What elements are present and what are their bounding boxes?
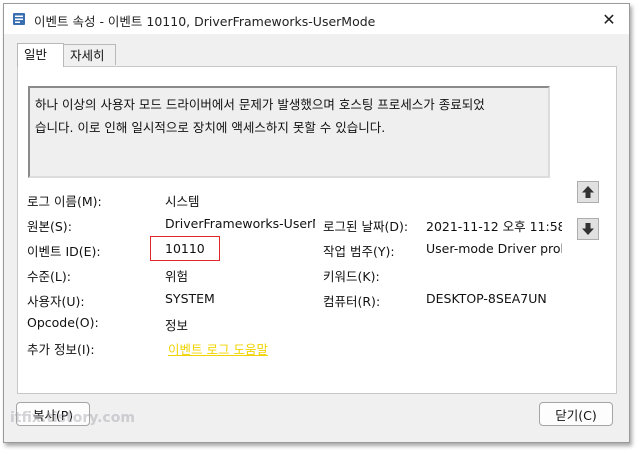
arrow-up-icon: [582, 186, 594, 198]
event-id-label: 이벤트 ID(E):: [27, 244, 101, 259]
watermark-text: itfix.tistory.com: [10, 410, 135, 426]
opcode-value: 정보: [165, 318, 189, 333]
description-line-1: 하나 이상의 사용자 모드 드라이버에서 문제가 발생했으며 호스팅 프로세스가…: [35, 97, 485, 112]
task-category-label: 작업 범주(Y):: [323, 244, 395, 259]
description-line-2: 습니다. 이로 인해 일시적으로 장치에 액세스하지 못할 수 있습니다.: [35, 120, 386, 135]
computer-label: 컴퓨터(R):: [323, 294, 381, 309]
logged-date-value: 2021-11-12 오후 11:58: [426, 219, 562, 234]
title-bar[interactable]: 이벤트 속성 - 이벤트 10110, DriverFrameworks-Use…: [4, 4, 629, 34]
task-category-value: User-mode Driver problems.: [426, 241, 562, 256]
level-label: 수준(L):: [27, 269, 71, 284]
log-name-label: 로그 이름(M):: [27, 194, 102, 209]
event-viewer-icon: [13, 13, 25, 25]
user-label: 사용자(U):: [27, 294, 85, 309]
close-window-button[interactable]: ✕: [595, 8, 623, 30]
source-value: DriverFrameworks-UserMode: [165, 216, 315, 231]
next-event-button[interactable]: [577, 218, 599, 240]
event-id-highlight-box: [150, 236, 220, 261]
event-log-help-link[interactable]: 이벤트 로그 도움말: [168, 339, 268, 358]
computer-value: DESKTOP-8SEA7UN: [426, 291, 547, 306]
opcode-label: Opcode(O):: [27, 315, 99, 330]
close-icon: ✕: [602, 9, 616, 29]
window-title: 이벤트 속성 - 이벤트 10110, DriverFrameworks-Use…: [34, 14, 376, 29]
logged-date-label: 로그된 날짜(D):: [323, 219, 409, 234]
log-name-value: 시스템: [165, 194, 200, 209]
general-tab-panel: 하나 이상의 사용자 모드 드라이버에서 문제가 발생했으며 호스팅 프로세스가…: [17, 66, 617, 394]
event-description-box[interactable]: 하나 이상의 사용자 모드 드라이버에서 문제가 발생했으며 호스팅 프로세스가…: [28, 86, 550, 178]
keywords-label: 키워드(K):: [323, 269, 380, 284]
level-value: 위험: [165, 269, 189, 284]
arrow-down-icon: [582, 223, 594, 235]
user-value: SYSTEM: [165, 291, 215, 306]
close-button[interactable]: 닫기(C): [539, 402, 613, 426]
previous-event-button[interactable]: [577, 181, 599, 203]
tab-details[interactable]: 자세히: [63, 44, 116, 65]
source-label: 원본(S):: [27, 219, 72, 234]
tab-general[interactable]: 일반: [17, 43, 64, 67]
event-properties-window: 이벤트 속성 - 이벤트 10110, DriverFrameworks-Use…: [3, 3, 630, 443]
more-info-label: 추가 정보(I):: [27, 342, 95, 357]
